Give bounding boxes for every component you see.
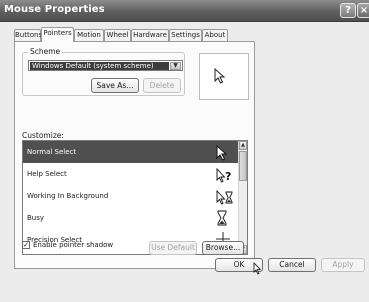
working-pointer-icon xyxy=(216,190,233,205)
tab-about[interactable]: About xyxy=(202,29,228,41)
save-as-button[interactable]: Save As... xyxy=(91,78,139,93)
mouse-cursor-icon xyxy=(253,262,262,275)
delete-button[interactable]: Delete xyxy=(143,78,181,93)
tab-buttons[interactable]: Buttons xyxy=(14,29,42,41)
arrow-pointer-icon xyxy=(216,145,228,161)
tab-settings[interactable]: Settings xyxy=(169,29,202,41)
cancel-button[interactable]: Cancel xyxy=(268,258,316,272)
tab-wheel[interactable]: Wheel xyxy=(104,29,131,41)
scroll-thumb[interactable] xyxy=(239,151,247,181)
pointer-list[interactable]: Normal Select Help Select ? Working In B… xyxy=(22,140,248,255)
tab-pointers[interactable]: Pointers xyxy=(41,27,74,42)
dialog-body: Buttons Pointers Motion Wheel Hardware S… xyxy=(0,22,369,302)
help-button[interactable]: ? xyxy=(340,3,356,18)
list-scrollbar[interactable]: ▲ ▼ xyxy=(238,141,247,254)
scroll-up-button[interactable]: ▲ xyxy=(239,141,247,150)
pointers-panel: Scheme Windows Default (system scheme) ▼… xyxy=(14,41,255,269)
scheme-label: Scheme xyxy=(28,47,63,56)
apply-button[interactable]: Apply xyxy=(321,258,365,272)
use-default-button[interactable]: Use Default xyxy=(149,241,197,255)
hourglass-icon xyxy=(217,210,227,226)
scheme-group: Scheme Windows Default (system scheme) ▼… xyxy=(22,47,185,96)
help-pointer-icon: ? xyxy=(216,168,231,183)
tab-motion[interactable]: Motion xyxy=(74,29,104,41)
list-item[interactable]: Help Select ? xyxy=(23,163,240,185)
pointer-shadow-checkbox[interactable]: ✓ xyxy=(22,241,30,249)
browse-button[interactable]: Browse... xyxy=(202,241,244,255)
scheme-select-value: Windows Default (system scheme) xyxy=(30,62,169,70)
customize-label: Customize: xyxy=(22,131,64,140)
pointer-preview xyxy=(199,53,249,100)
list-item-label: Working In Background xyxy=(27,192,109,200)
list-item[interactable]: Busy xyxy=(23,207,240,229)
scheme-select[interactable]: Windows Default (system scheme) ▼ xyxy=(28,60,183,71)
svg-text:?: ? xyxy=(225,170,231,183)
list-item[interactable]: Working In Background xyxy=(23,185,240,207)
pointer-shadow-label: Enable pointer shadow xyxy=(33,241,114,249)
arrow-pointer-icon xyxy=(214,68,226,84)
close-button[interactable]: × xyxy=(357,3,369,18)
chevron-down-icon[interactable]: ▼ xyxy=(170,62,181,70)
title-bar: Mouse Properties ? × xyxy=(0,0,369,22)
list-item-label: Normal Select xyxy=(27,148,77,156)
list-item-label: Busy xyxy=(27,214,45,222)
window-title: Mouse Properties xyxy=(4,4,105,15)
list-item-label: Help Select xyxy=(27,170,67,178)
tab-hardware[interactable]: Hardware xyxy=(131,29,169,41)
list-item[interactable]: Normal Select xyxy=(23,141,240,163)
